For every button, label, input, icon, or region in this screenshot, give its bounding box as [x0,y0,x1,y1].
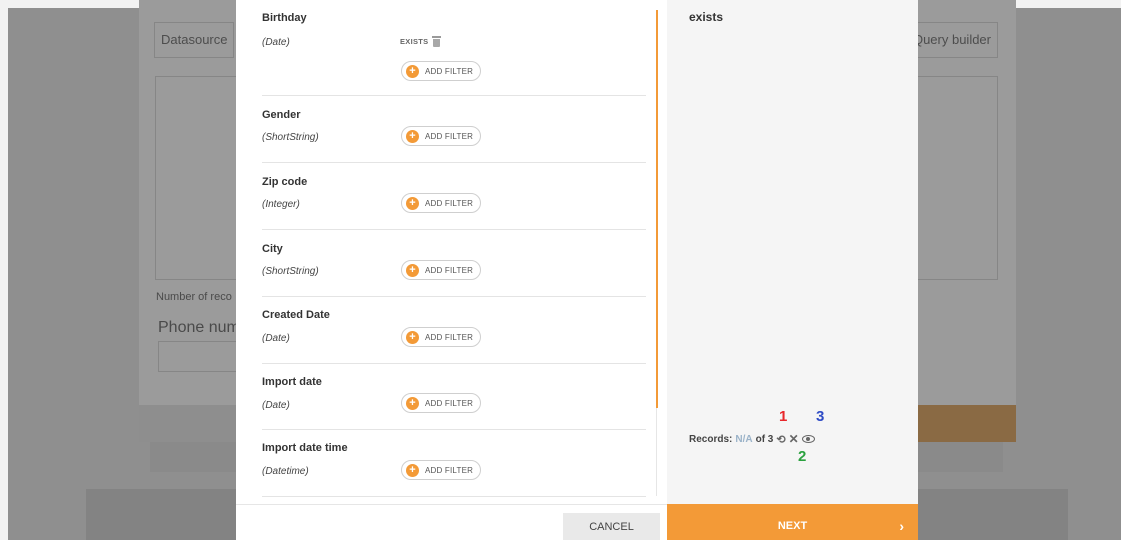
annotation-3: 3 [816,408,825,425]
records-total: of 3 [755,433,774,445]
field-name: Zip code [262,176,308,188]
field-item-city: City (ShortString) + ADD FILTER [262,230,646,297]
background-query-builder-button: Query builder [905,22,998,58]
scrollbar-thumb[interactable] [656,10,658,408]
annotation-2: 2 [798,448,807,465]
field-item-import-date: Import date (Date) + ADD FILTER [262,364,646,430]
condition-row: EXISTS [400,36,442,47]
field-type: (ShortString) [262,132,319,143]
field-item-created-date: Created Date (Date) + ADD FILTER [262,297,646,364]
field-name: Created Date [262,309,330,321]
field-item-import-date-time: Import date time (Datetime) + ADD FILTER [262,430,646,497]
plus-icon: + [406,330,419,344]
eye-icon[interactable] [801,435,815,443]
records-status: Records: N/A of 3 ⟲ ✕ [689,432,815,446]
preview-panel: exists 1 3 2 Records: N/A of 3 ⟲ ✕ [667,0,918,504]
scrollbar-track[interactable] [656,408,657,496]
add-filter-button[interactable]: + ADD FILTER [401,260,481,280]
add-filter-button[interactable]: + ADD FILTER [401,61,481,81]
field-type: (Integer) [262,199,300,210]
cancel-button[interactable]: CANCEL [563,513,660,540]
field-list: Birthday (Date) EXISTS + ADD FILTER Gend… [236,0,659,504]
records-label: Records: [689,433,733,445]
background-datasource-input: Datasource [154,22,234,58]
annotation-1: 1 [779,408,788,425]
plus-icon: + [406,463,419,477]
plus-icon: + [406,196,419,210]
next-label: NEXT [777,520,808,532]
add-filter-button[interactable]: + ADD FILTER [401,460,481,480]
trash-icon[interactable] [432,36,442,47]
refresh-icon[interactable]: ⟲ [776,433,785,446]
preview-title: exists [689,10,724,24]
field-type: (Date) [262,37,290,48]
field-type: (Date) [262,400,290,411]
background-records-label: Number of reco [156,291,232,303]
field-name: Import date time [262,442,348,454]
field-name: Birthday [262,12,307,24]
add-filter-label: ADD FILTER [425,66,474,76]
add-filter-label: ADD FILTER [425,131,474,141]
field-type: (Date) [262,333,290,344]
background-footer-button [918,405,1016,442]
background-phone-input [158,341,238,372]
field-item-birthday: Birthday (Date) EXISTS + ADD FILTER [262,0,646,96]
add-filter-button[interactable]: + ADD FILTER [401,327,481,347]
plus-icon: + [406,129,419,143]
add-filter-label: ADD FILTER [425,398,474,408]
add-filter-button[interactable]: + ADD FILTER [401,126,481,146]
add-filter-label: ADD FILTER [425,465,474,475]
add-filter-label: ADD FILTER [425,332,474,342]
chevron-right-icon: › [899,518,904,534]
filter-modal: Birthday (Date) EXISTS + ADD FILTER Gend… [236,0,918,540]
add-filter-button[interactable]: + ADD FILTER [401,393,481,413]
modal-footer: CANCEL [236,504,667,540]
field-type: (ShortString) [262,266,319,277]
field-name: Gender [262,109,301,121]
add-filter-button[interactable]: + ADD FILTER [401,193,481,213]
next-button[interactable]: NEXT › [667,504,918,540]
field-item-zip-code: Zip code (Integer) + ADD FILTER [262,163,646,230]
field-item-gender: Gender (ShortString) + ADD FILTER [262,96,646,163]
field-type: (Datetime) [262,466,309,477]
add-filter-label: ADD FILTER [425,265,474,275]
background-left-strip [0,8,8,540]
condition-label: EXISTS [400,37,429,46]
add-filter-label: ADD FILTER [425,198,474,208]
field-name: City [262,243,283,255]
plus-icon: + [406,396,419,410]
field-name: Import date [262,376,322,388]
plus-icon: + [406,64,419,78]
shuffle-icon[interactable]: ✕ [789,432,799,446]
plus-icon: + [406,263,419,277]
records-value: N/A [735,433,753,445]
